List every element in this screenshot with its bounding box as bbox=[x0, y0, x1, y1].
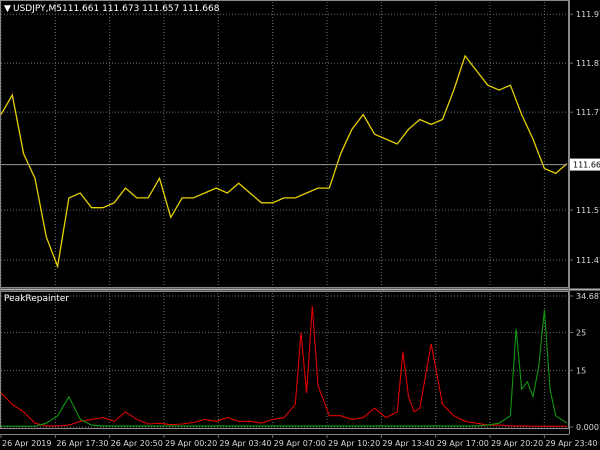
indicator-tick-label: 15 bbox=[576, 366, 586, 375]
indicator-name: PeakRepainter bbox=[4, 294, 69, 304]
indicator-tick-label: 34.6872 bbox=[576, 292, 600, 301]
indicator-line-green bbox=[1, 309, 568, 427]
price-tick-label: 111.875 bbox=[576, 59, 600, 68]
ohlc-label: 111.661 111.673 111.657 111.668 bbox=[62, 4, 220, 14]
price-tick-label: 111.575 bbox=[576, 206, 600, 215]
price-tick-label: 111.775 bbox=[576, 108, 600, 117]
price-tick-label: 111.975 bbox=[576, 10, 600, 19]
time-tick-label: 29 Apr 23:40 bbox=[545, 439, 597, 448]
indicator-series bbox=[0, 306, 568, 427]
indicator-gridlines bbox=[0, 293, 567, 428]
indicator-line-red bbox=[0, 306, 567, 427]
indicator-tick-label: 0.0001 bbox=[576, 423, 600, 432]
time-tick-label: 26 Apr 17:30 bbox=[56, 439, 108, 448]
time-tick-label: 29 Apr 20:20 bbox=[491, 439, 543, 448]
time-tick-label: 29 Apr 17:00 bbox=[437, 439, 489, 448]
indicator-axis: 34.6872 25 15 0.0001 bbox=[569, 292, 600, 432]
main-gridlines bbox=[0, 2, 567, 286]
time-tick-label: 29 Apr 13:40 bbox=[382, 439, 434, 448]
time-tick-label: 26 Apr 2019 bbox=[2, 439, 51, 448]
time-tick-label: 29 Apr 10:20 bbox=[328, 439, 380, 448]
main-chart-frame bbox=[0, 0, 569, 288]
indicator-frame bbox=[0, 291, 569, 429]
time-tick-label: 29 Apr 00:20 bbox=[165, 439, 217, 448]
time-tick-label: 26 Apr 20:50 bbox=[111, 439, 163, 448]
price-tick-label: 111.473 bbox=[576, 256, 600, 265]
time-tick-label: 29 Apr 03:40 bbox=[219, 439, 271, 448]
chart-canvas[interactable]: 111.975 111.875 111.775 111.575 111.473 111.6… bbox=[0, 0, 600, 450]
price-axis: 111.975 111.875 111.775 111.575 111.473 111.6… bbox=[1, 10, 600, 265]
price-series bbox=[0, 54, 568, 269]
current-price-label: 111.668 bbox=[573, 161, 600, 170]
indicator-tick-label: 25 bbox=[576, 329, 586, 338]
symbol-label: USDJPY,M5 bbox=[13, 4, 62, 14]
dropdown-arrow-icon[interactable]: ▼ bbox=[4, 4, 11, 14]
time-axis: 26 Apr 2019 26 Apr 17:30 26 Apr 20:50 29 Ap… bbox=[0, 434, 598, 448]
time-tick-label: 29 Apr 07:00 bbox=[274, 439, 326, 448]
mt4-chart-window[interactable]: 111.975 111.875 111.775 111.575 111.473 111.6… bbox=[0, 0, 600, 450]
price-line bbox=[0, 54, 568, 269]
